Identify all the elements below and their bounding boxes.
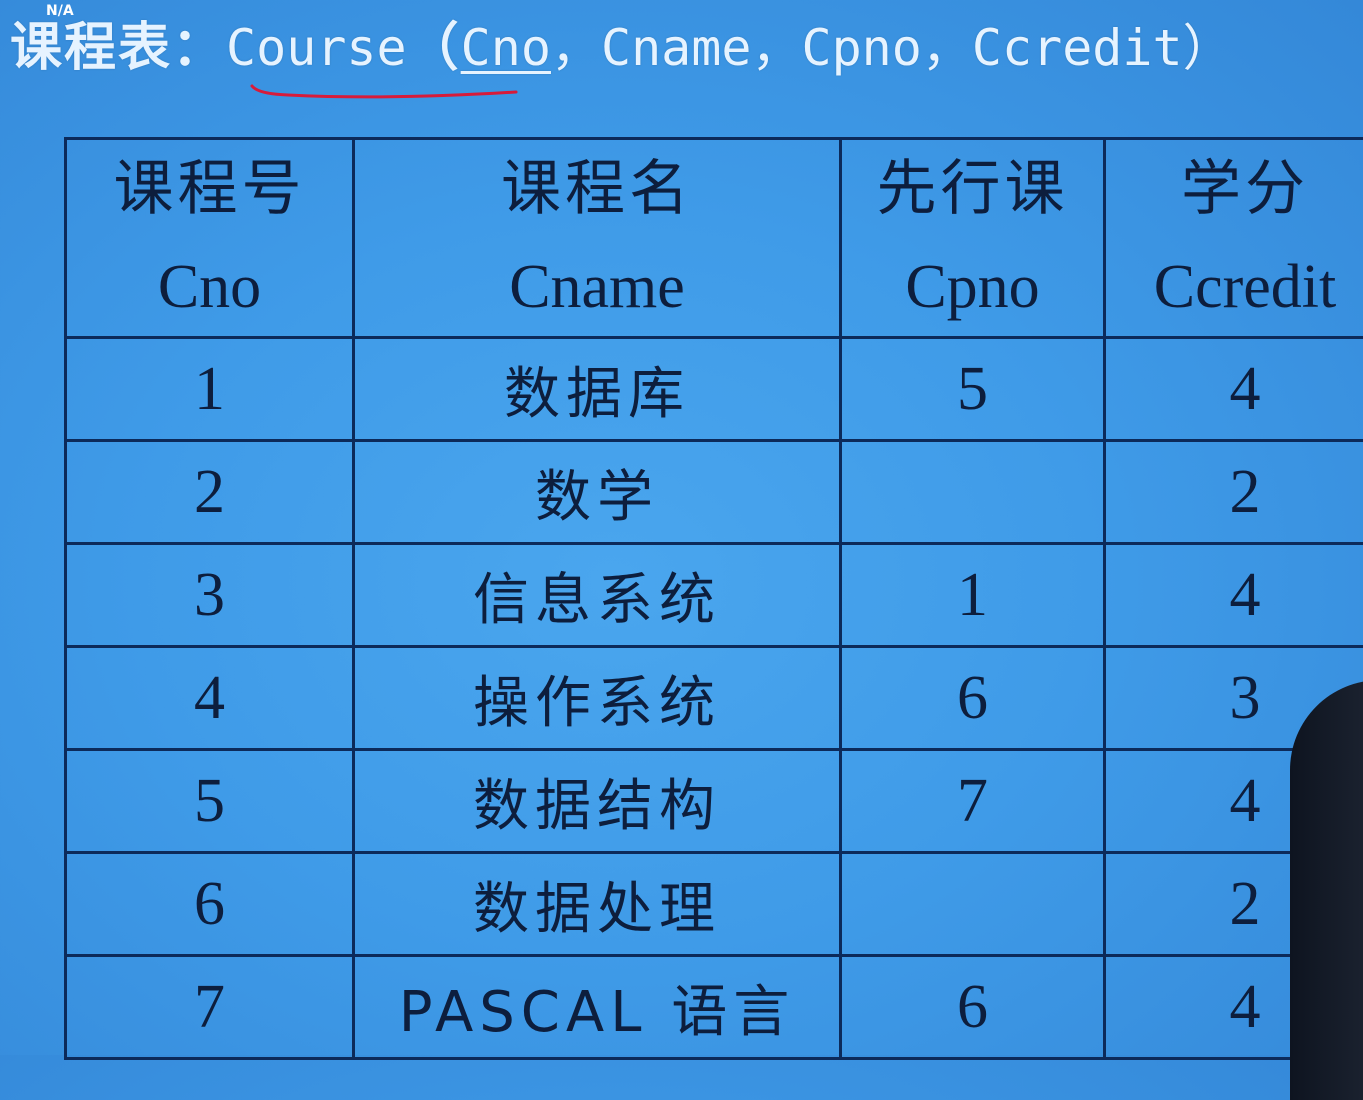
table-row: 3 信息系统 1 4 [66,544,1363,647]
cell-cno: 1 [66,338,354,441]
cell-cno: 5 [66,750,354,853]
presenter-silhouette [1290,680,1363,1100]
table-row: 4 操作系统 6 3 [66,647,1363,750]
cell-cpno: 5 [841,338,1105,441]
cell-cname: 数学 [354,441,841,544]
cell-cno: 4 [66,647,354,750]
header-cname: 课程名 Cname [354,139,841,338]
header-cno: 课程号 Cno [66,139,354,338]
header-cno-cn: 课程号 [67,140,352,238]
header-cname-en: Cname [355,238,839,336]
header-cno-en: Cno [67,238,352,336]
header-ccredit-en: Ccredit [1106,238,1363,336]
title-attributes: ，Cname，Cpno，Ccredit） [551,19,1233,77]
title-prefix: 课程表： [10,18,226,78]
header-ccredit: 学分 Ccredit [1105,139,1363,338]
cell-cname: 信息系统 [354,544,841,647]
cell-cno: 2 [66,441,354,544]
slide-title: 课程表：Course（Cno，Cname，Cpno，Ccredit） [10,6,1233,90]
title-key-attribute: Cno [461,19,551,77]
course-table: 课程号 Cno 课程名 Cname 先行课 Cpno 学分 Ccredit 1 … [64,137,1363,1060]
table-row: 2 数学 2 [66,441,1363,544]
cell-cpno: 1 [841,544,1105,647]
cell-cname: 数据结构 [354,750,841,853]
red-underline-mark [248,80,520,102]
cell-ccredit: 4 [1105,338,1363,441]
cell-cpno: 7 [841,750,1105,853]
cell-cno: 6 [66,853,354,956]
header-ccredit-cn: 学分 [1106,140,1363,238]
cell-cno: 3 [66,544,354,647]
cell-ccredit: 4 [1105,544,1363,647]
header-cpno-en: Cpno [842,238,1103,336]
table-header-row: 课程号 Cno 课程名 Cname 先行课 Cpno 学分 Ccredit [66,139,1363,338]
table-row: 5 数据结构 7 4 [66,750,1363,853]
cell-cname: 数据处理 [354,853,841,956]
header-cpno: 先行课 Cpno [841,139,1105,338]
header-cpno-cn: 先行课 [842,140,1103,238]
table-row: 6 数据处理 2 [66,853,1363,956]
table-row: 7 PASCAL 语言 6 4 [66,956,1363,1059]
title-open-paren: （ [407,18,461,78]
cell-cpno: 6 [841,647,1105,750]
cell-cname: 数据库 [354,338,841,441]
cell-cpno [841,441,1105,544]
cell-cpno: 6 [841,956,1105,1059]
title-relation-name: Course [226,19,407,77]
table-row: 1 数据库 5 4 [66,338,1363,441]
cell-cname: PASCAL 语言 [354,956,841,1059]
cell-cname: 操作系统 [354,647,841,750]
header-cname-cn: 课程名 [355,140,839,238]
cell-ccredit: 2 [1105,441,1363,544]
cell-cno: 7 [66,956,354,1059]
cell-cpno [841,853,1105,956]
